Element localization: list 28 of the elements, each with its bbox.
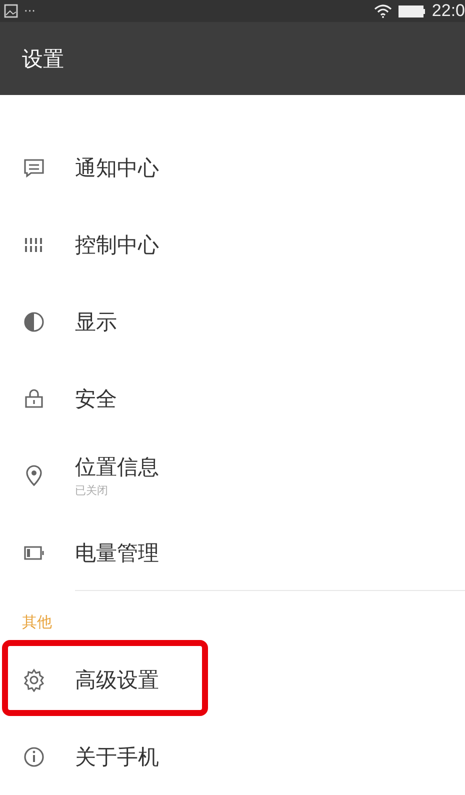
settings-item[interactable]: 通知中心 — [0, 129, 465, 206]
settings-item[interactable]: 控制中心 — [0, 206, 465, 283]
item-label: 通知中心 — [75, 154, 159, 182]
contrast-icon — [22, 310, 46, 334]
settings-item[interactable]: 电量管理 — [0, 514, 465, 591]
gear-icon — [22, 668, 46, 692]
info-icon — [22, 744, 46, 768]
item-label: 显示 — [75, 308, 117, 336]
item-label: 安全 — [75, 386, 117, 412]
wifi-icon — [374, 4, 392, 18]
gallery-icon — [4, 4, 18, 18]
lock-icon — [22, 386, 46, 410]
settings-item[interactable]: 显示 — [0, 283, 465, 360]
clock: 22:0 — [432, 1, 465, 21]
item-label: 位置信息 — [75, 454, 159, 481]
settings-item[interactable]: 位置信息 已关闭 — [0, 437, 465, 514]
settings-item[interactable]: 安全 — [0, 360, 465, 437]
section-header: 其他 — [21, 612, 53, 633]
item-subtitle: 已关闭 — [75, 483, 109, 498]
item-label: 关于手机 — [75, 744, 159, 770]
item-label: 电量管理 — [75, 540, 159, 566]
notification-more: ··· — [24, 4, 36, 18]
settings-item[interactable]: 高级设置 — [0, 641, 465, 718]
item-label: 高级设置 — [75, 666, 159, 694]
settings-item[interactable]: 关于手机 — [0, 718, 465, 795]
app-bar-title: 设置 — [22, 46, 64, 72]
item-label: 控制中心 — [75, 232, 159, 258]
battery-icon — [398, 4, 426, 18]
